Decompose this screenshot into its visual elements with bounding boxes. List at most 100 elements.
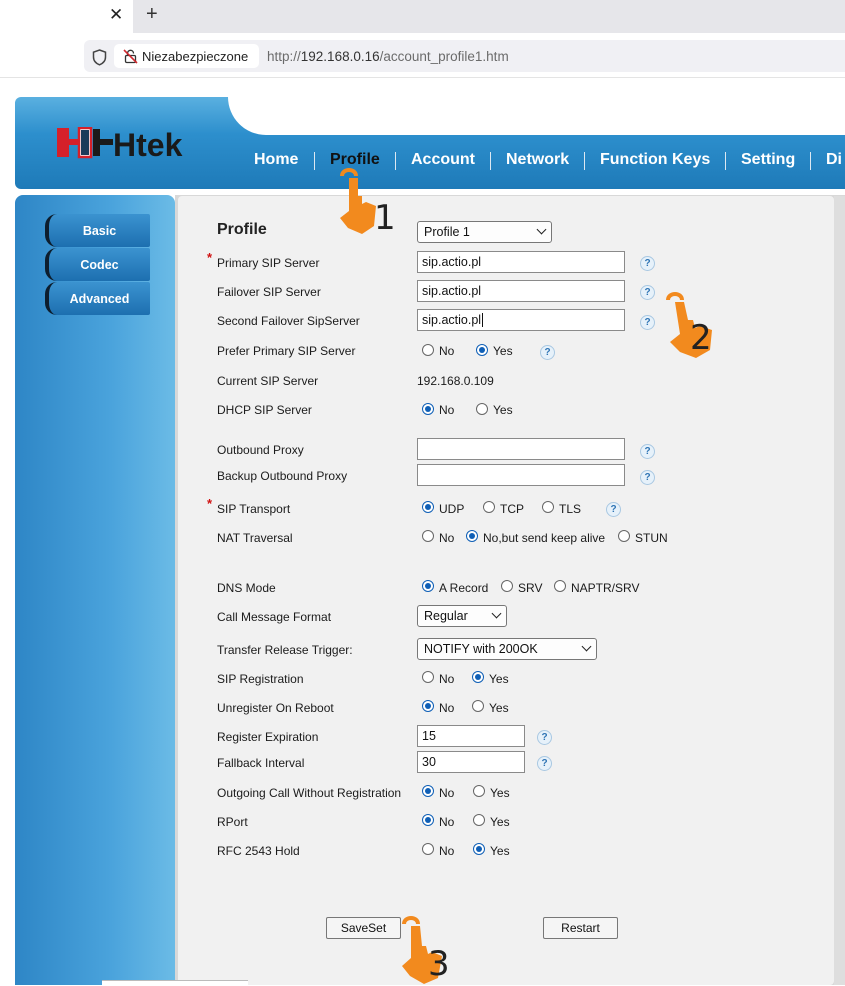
fallback-interval-label: Fallback Interval xyxy=(217,756,305,770)
nav-home[interactable]: Home xyxy=(254,151,298,171)
nat-no-radio[interactable] xyxy=(422,530,434,542)
current-sip-server-label: Current SIP Server xyxy=(217,374,319,388)
help-icon[interactable]: ? xyxy=(640,285,655,300)
save-button[interactable]: SaveSet xyxy=(326,917,401,939)
outgoing-yes-radio[interactable] xyxy=(473,785,485,797)
nav-network[interactable]: Network xyxy=(506,151,569,171)
page-title: Profile xyxy=(217,221,267,238)
restart-button[interactable]: Restart xyxy=(543,917,618,939)
backup-outbound-proxy-label: Backup Outbound Proxy xyxy=(217,469,348,483)
nat-traversal-label: NAT Traversal xyxy=(217,531,293,545)
nat-keepalive-label: No,but send keep alive xyxy=(483,531,606,545)
help-icon[interactable]: ? xyxy=(540,345,555,360)
unregister-no-label: No xyxy=(439,701,455,715)
required-mark: * xyxy=(207,250,213,265)
transfer-release-trigger-label: Transfer Release Trigger: xyxy=(217,643,353,657)
chevron-down-icon xyxy=(536,224,547,235)
sip-registration-label: SIP Registration xyxy=(217,672,304,686)
rport-yes-label: Yes xyxy=(490,815,510,829)
prefer-primary-yes-radio[interactable] xyxy=(476,344,488,356)
logo-text: Htek xyxy=(113,127,183,159)
unregister-on-reboot-label: Unregister On Reboot xyxy=(217,701,334,715)
nat-no-label: No xyxy=(439,531,455,545)
prefer-primary-no-label: No xyxy=(439,344,455,358)
failover-sip-server-label: Failover SIP Server xyxy=(217,285,321,299)
sidebar-item-codec[interactable]: Codec xyxy=(45,248,150,281)
sidebar-item-basic[interactable]: Basic xyxy=(45,214,150,247)
security-label: Niezabezpieczone xyxy=(142,49,249,64)
help-icon[interactable]: ? xyxy=(640,315,655,330)
dns-srv-radio[interactable] xyxy=(501,580,513,592)
chevron-down-icon xyxy=(581,641,592,652)
help-icon[interactable]: ? xyxy=(537,756,552,771)
rfc2543-hold-label: RFC 2543 Hold xyxy=(217,844,300,858)
outgoing-no-radio[interactable] xyxy=(422,785,434,797)
close-tab-icon[interactable]: ✕ xyxy=(109,5,123,25)
profile-select[interactable]: Profile 1 xyxy=(417,221,552,243)
url-host: 192.168.0.16 xyxy=(300,49,380,64)
help-icon[interactable]: ? xyxy=(640,470,655,485)
rport-label: RPort xyxy=(217,815,248,829)
help-icon[interactable]: ? xyxy=(537,730,552,745)
outbound-proxy-label: Outbound Proxy xyxy=(217,443,304,457)
nat-keepalive-radio[interactable] xyxy=(466,530,478,542)
transport-udp-radio[interactable] xyxy=(422,501,434,513)
rport-no-radio[interactable] xyxy=(422,814,434,826)
call-message-format-select[interactable]: Regular xyxy=(417,605,507,627)
rfc2543-yes-label: Yes xyxy=(490,844,510,858)
nav-function-keys[interactable]: Function Keys xyxy=(600,151,710,171)
sip-registration-yes-radio[interactable] xyxy=(472,671,484,683)
outgoing-without-registration-label: Outgoing Call Without Registration xyxy=(217,786,402,800)
unregister-yes-radio[interactable] xyxy=(472,700,484,712)
transport-tls-radio[interactable] xyxy=(542,501,554,513)
sip-registration-no-radio[interactable] xyxy=(422,671,434,683)
dns-naptr-radio[interactable] xyxy=(554,580,566,592)
chevron-down-icon xyxy=(491,608,502,619)
register-expiration-label: Register Expiration xyxy=(217,730,319,744)
sip-transport-label: SIP Transport xyxy=(217,502,291,516)
outbound-proxy-input[interactable] xyxy=(417,438,625,460)
dhcp-yes-radio[interactable] xyxy=(476,403,488,415)
header-cutout xyxy=(228,97,845,135)
rport-no-label: No xyxy=(439,815,455,829)
second-failover-value: sip.actio.pl xyxy=(422,313,482,327)
failover-sip-server-input[interactable]: sip.actio.pl xyxy=(417,280,625,302)
url-path: /account_profile1.htm xyxy=(379,49,509,64)
rfc2543-no-radio[interactable] xyxy=(422,843,434,855)
nav-directory[interactable]: Di xyxy=(826,151,842,171)
dhcp-sip-server-label: DHCP SIP Server xyxy=(217,403,312,417)
second-failover-input[interactable]: sip.actio.pl xyxy=(417,309,625,331)
nat-stun-radio[interactable] xyxy=(618,530,630,542)
transport-tcp-radio[interactable] xyxy=(483,501,495,513)
unregister-no-radio[interactable] xyxy=(422,700,434,712)
not-secure-lock-icon xyxy=(123,49,138,64)
call-message-format-value: Regular xyxy=(424,609,468,623)
sip-registration-yes-label: Yes xyxy=(489,672,509,686)
nav-setting[interactable]: Setting xyxy=(741,151,795,171)
help-icon[interactable]: ? xyxy=(606,502,621,517)
transfer-release-trigger-select[interactable]: NOTIFY with 200OK xyxy=(417,638,597,660)
nav-separator xyxy=(810,152,811,170)
transport-tls-label: TLS xyxy=(559,502,582,516)
shield-icon[interactable] xyxy=(92,49,107,66)
help-icon[interactable]: ? xyxy=(640,256,655,271)
primary-sip-server-label: Primary SIP Server xyxy=(217,256,320,270)
sidebar-item-advanced[interactable]: Advanced xyxy=(45,282,150,315)
backup-outbound-proxy-input[interactable] xyxy=(417,464,625,486)
dns-arecord-radio[interactable] xyxy=(422,580,434,592)
primary-sip-server-input[interactable]: sip.actio.pl xyxy=(417,251,625,273)
register-expiration-input[interactable]: 15 xyxy=(417,725,525,747)
nav-separator xyxy=(584,152,585,170)
dhcp-no-radio[interactable] xyxy=(422,403,434,415)
dns-mode-label: DNS Mode xyxy=(217,581,276,595)
step-number: 3 xyxy=(428,944,450,984)
rport-yes-radio[interactable] xyxy=(473,814,485,826)
fallback-interval-input[interactable]: 30 xyxy=(417,751,525,773)
url-text[interactable]: http://192.168.0.16/account_profile1.htm xyxy=(267,49,509,64)
new-tab-icon[interactable]: + xyxy=(146,3,158,26)
help-icon[interactable]: ? xyxy=(640,444,655,459)
htek-logo: Htek xyxy=(57,127,183,159)
rfc2543-yes-radio[interactable] xyxy=(473,843,485,855)
nav-account[interactable]: Account xyxy=(411,151,475,171)
prefer-primary-no-radio[interactable] xyxy=(422,344,434,356)
